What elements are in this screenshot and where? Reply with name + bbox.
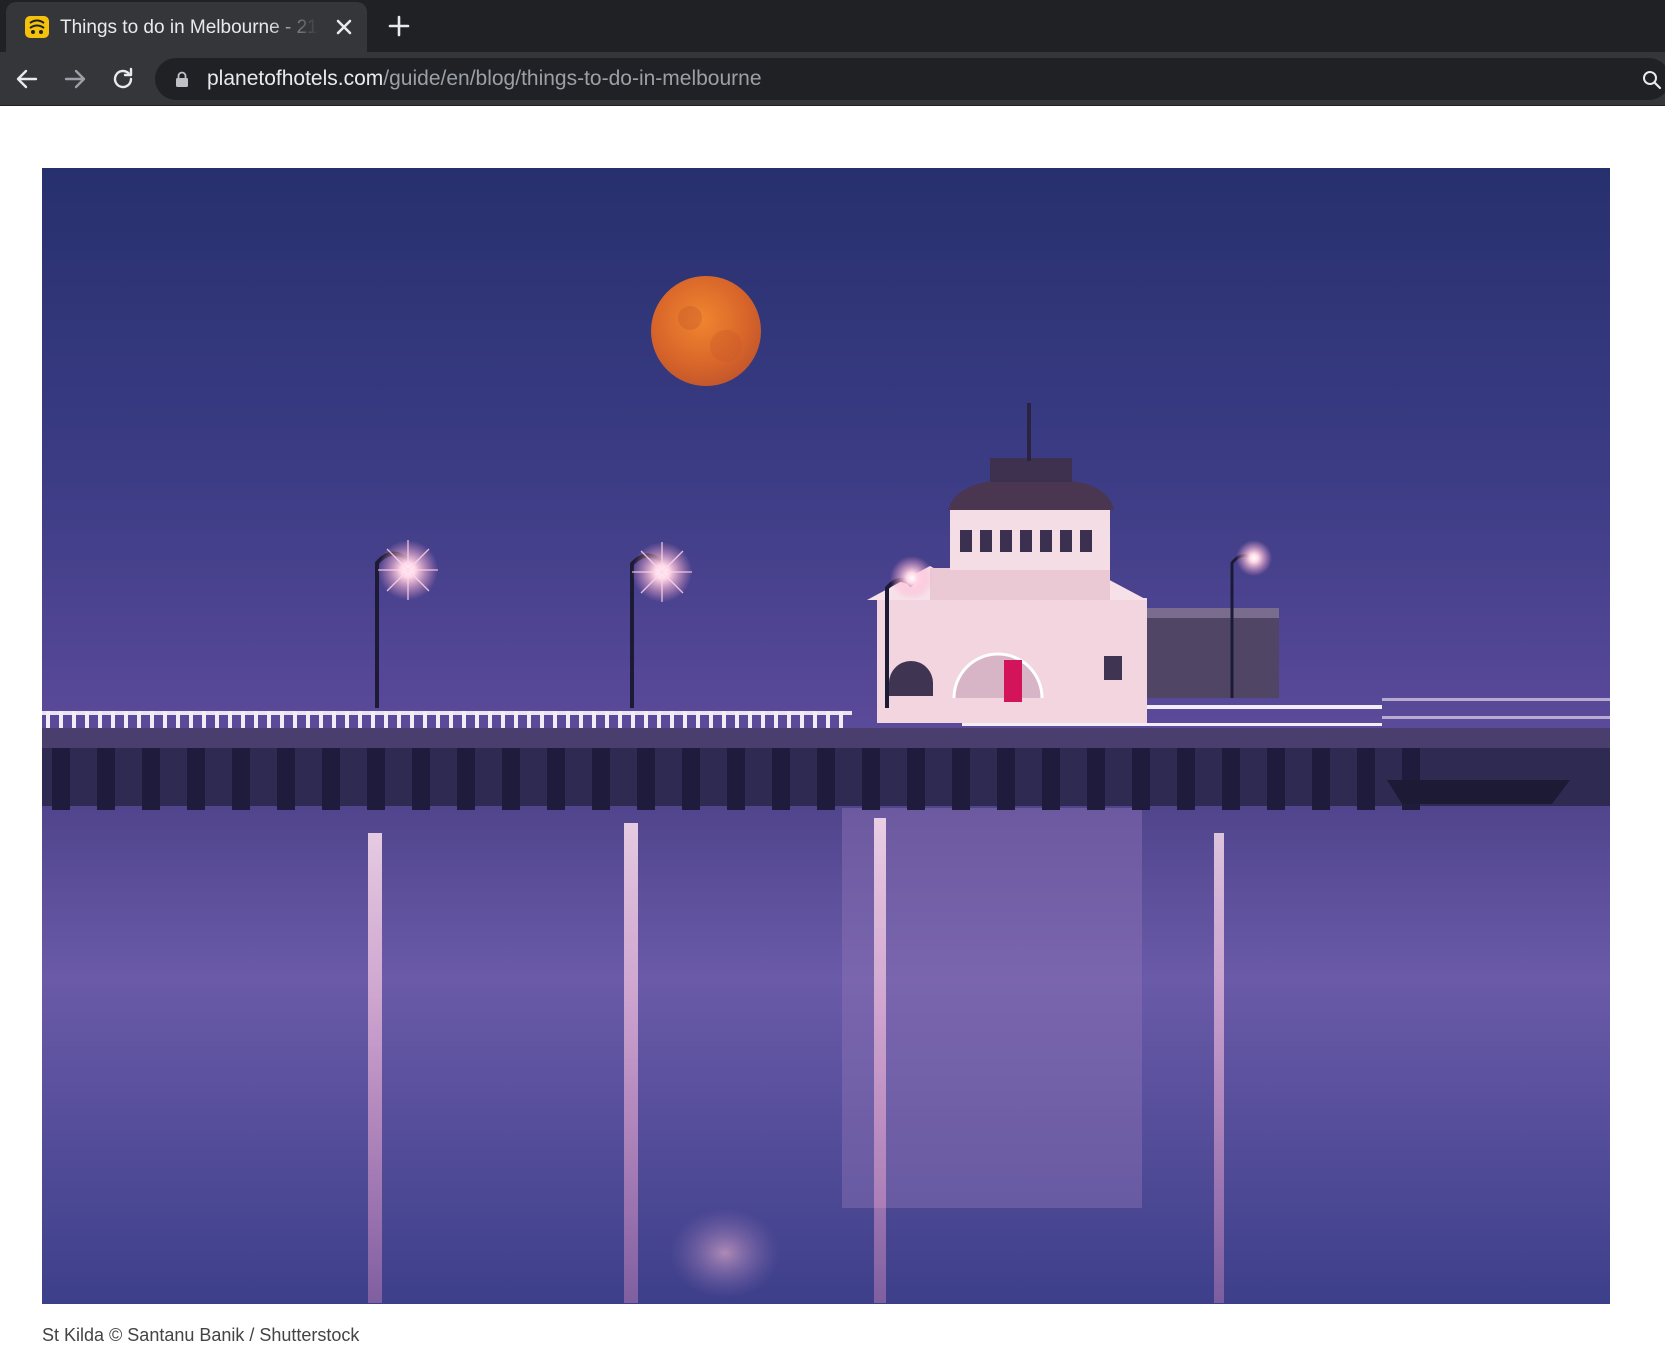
- close-icon[interactable]: [332, 15, 356, 39]
- moon: [651, 276, 761, 386]
- lock-icon[interactable]: [175, 71, 189, 88]
- url-path: /guide/en/blog/things-to-do-in-melbourne: [383, 67, 762, 90]
- search-icon[interactable]: [1641, 69, 1663, 91]
- planetofhotels-icon: [25, 16, 49, 38]
- tab-title: Things to do in Melbourne - 21 best: [60, 17, 318, 38]
- sky: [42, 168, 1610, 728]
- image-caption: St Kilda © Santanu Banik / Shutterstock: [42, 1325, 360, 1345]
- address-bar[interactable]: planetofhotels.com/guide/en/blog/things-…: [155, 58, 1665, 100]
- browser-toolbar: planetofhotels.com/guide/en/blog/things-…: [0, 52, 1665, 106]
- reload-icon[interactable]: [109, 65, 137, 93]
- arrow-left-icon[interactable]: [13, 65, 41, 93]
- tab-active[interactable]: Things to do in Melbourne - 21 best: [6, 2, 367, 52]
- tab-strip: Things to do in Melbourne - 21 best: [0, 0, 1665, 52]
- url-host: planetofhotels.com: [207, 67, 384, 90]
- arrow-right-icon[interactable]: [61, 65, 89, 93]
- hero-image: [42, 168, 1610, 1304]
- url-text[interactable]: planetofhotels.com/guide/en/blog/things-…: [207, 67, 762, 91]
- plus-icon[interactable]: [386, 13, 412, 39]
- water: [42, 763, 1610, 1304]
